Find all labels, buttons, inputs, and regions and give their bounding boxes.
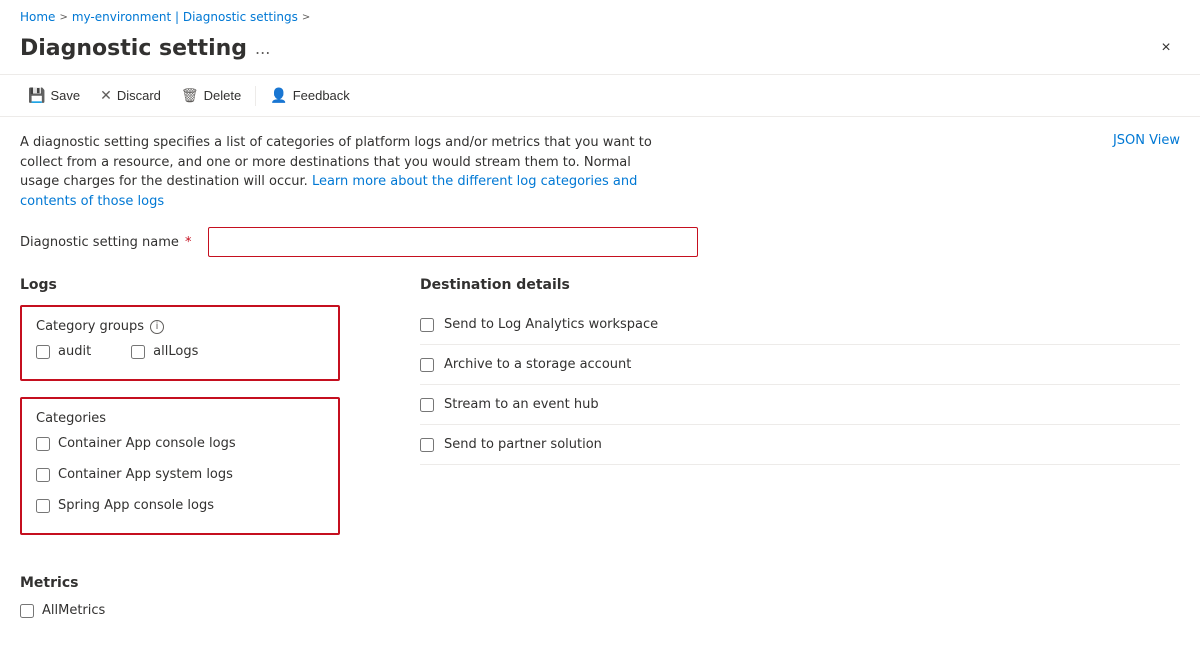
dest0-checkbox[interactable]: [420, 318, 434, 332]
breadcrumb-env[interactable]: my-environment | Diagnostic settings: [72, 10, 298, 24]
toolbar-separator: [255, 86, 256, 106]
logs-section-title: Logs: [20, 277, 340, 293]
page-title-more[interactable]: ...: [255, 39, 270, 58]
categories-box: Categories Container App console logs Co…: [20, 397, 340, 535]
dest1-label[interactable]: Archive to a storage account: [444, 357, 631, 372]
setting-name-row: Diagnostic setting name *: [20, 227, 1180, 257]
save-label: Save: [50, 88, 80, 103]
save-icon: 💾: [28, 87, 45, 104]
breadcrumb: Home > my-environment | Diagnostic setti…: [0, 0, 1200, 30]
dest-item-0: Send to Log Analytics workspace: [420, 305, 1180, 345]
breadcrumb-home[interactable]: Home: [20, 10, 55, 24]
dest0-label[interactable]: Send to Log Analytics workspace: [444, 317, 658, 332]
cat1-label[interactable]: Container App system logs: [58, 467, 233, 482]
discard-button[interactable]: ✕ Discard: [92, 83, 169, 108]
metrics-section: Metrics AllMetrics: [20, 575, 1180, 618]
page-header: Diagnostic setting ... ×: [0, 30, 1200, 75]
page-title: Diagnostic setting: [20, 36, 247, 61]
breadcrumb-sep2: >: [302, 12, 310, 23]
audit-label[interactable]: audit: [58, 344, 91, 359]
cat2-checkbox[interactable]: [36, 499, 50, 513]
category-groups-box: Category groups i audit allLogs: [20, 305, 340, 381]
feedback-label: Feedback: [293, 88, 350, 103]
cat-item-0: Container App console logs: [36, 436, 324, 451]
dest3-checkbox[interactable]: [420, 438, 434, 452]
cat1-checkbox[interactable]: [36, 468, 50, 482]
dest1-checkbox[interactable]: [420, 358, 434, 372]
breadcrumb-sep1: >: [59, 12, 67, 23]
two-col-layout: Logs Category groups i audit allLogs: [20, 277, 1180, 551]
categories-header: Categories: [36, 411, 324, 426]
delete-button[interactable]: 🗑 Delete: [173, 83, 249, 108]
dest-item-1: Archive to a storage account: [420, 345, 1180, 385]
all-logs-label[interactable]: allLogs: [153, 344, 198, 359]
category-groups-header: Category groups i: [36, 319, 324, 334]
all-logs-checkbox-row: allLogs: [131, 344, 198, 359]
description-text: A diagnostic setting specifies a list of…: [20, 133, 670, 211]
destination-section-title: Destination details: [420, 277, 1180, 293]
dest2-checkbox[interactable]: [420, 398, 434, 412]
destination-section: Destination details Send to Log Analytic…: [420, 277, 1180, 551]
discard-label: Discard: [117, 88, 161, 103]
save-button[interactable]: 💾 Save: [20, 83, 88, 108]
dest3-label[interactable]: Send to partner solution: [444, 437, 602, 452]
cat-item-2: Spring App console logs: [36, 498, 324, 513]
setting-name-input[interactable]: [208, 227, 698, 257]
audit-checkbox-row: audit: [36, 344, 91, 359]
dest-item-3: Send to partner solution: [420, 425, 1180, 465]
metrics-section-title: Metrics: [20, 575, 1180, 591]
category-groups-title: Category groups: [36, 319, 144, 334]
dest-item-2: Stream to an event hub: [420, 385, 1180, 425]
close-button[interactable]: ×: [1152, 34, 1180, 62]
all-logs-checkbox[interactable]: [131, 345, 145, 359]
main-content: JSON View A diagnostic setting specifies…: [0, 117, 1200, 642]
setting-name-label: Diagnostic setting name *: [20, 235, 192, 250]
delete-label: Delete: [204, 88, 242, 103]
json-view-link[interactable]: JSON View: [1113, 133, 1180, 148]
discard-icon: ✕: [100, 87, 112, 104]
feedback-button[interactable]: 👤 Feedback: [262, 83, 358, 108]
all-metrics-row: AllMetrics: [20, 603, 1180, 618]
cat-item-1: Container App system logs: [36, 467, 324, 482]
cat0-label[interactable]: Container App console logs: [58, 436, 236, 451]
dest2-label[interactable]: Stream to an event hub: [444, 397, 599, 412]
logs-section: Logs Category groups i audit allLogs: [20, 277, 340, 551]
field-label-text: Diagnostic setting name: [20, 235, 179, 250]
category-groups-checkboxes: audit allLogs: [36, 344, 324, 367]
audit-checkbox[interactable]: [36, 345, 50, 359]
required-marker: *: [185, 235, 192, 250]
all-metrics-label[interactable]: AllMetrics: [42, 603, 105, 618]
categories-title: Categories: [36, 411, 106, 426]
all-metrics-checkbox[interactable]: [20, 604, 34, 618]
delete-icon: 🗑: [181, 87, 199, 104]
feedback-icon: 👤: [270, 87, 287, 104]
cat0-checkbox[interactable]: [36, 437, 50, 451]
toolbar: 💾 Save ✕ Discard 🗑 Delete 👤 Feedback: [0, 75, 1200, 117]
cat2-label[interactable]: Spring App console logs: [58, 498, 214, 513]
info-icon[interactable]: i: [150, 320, 164, 334]
